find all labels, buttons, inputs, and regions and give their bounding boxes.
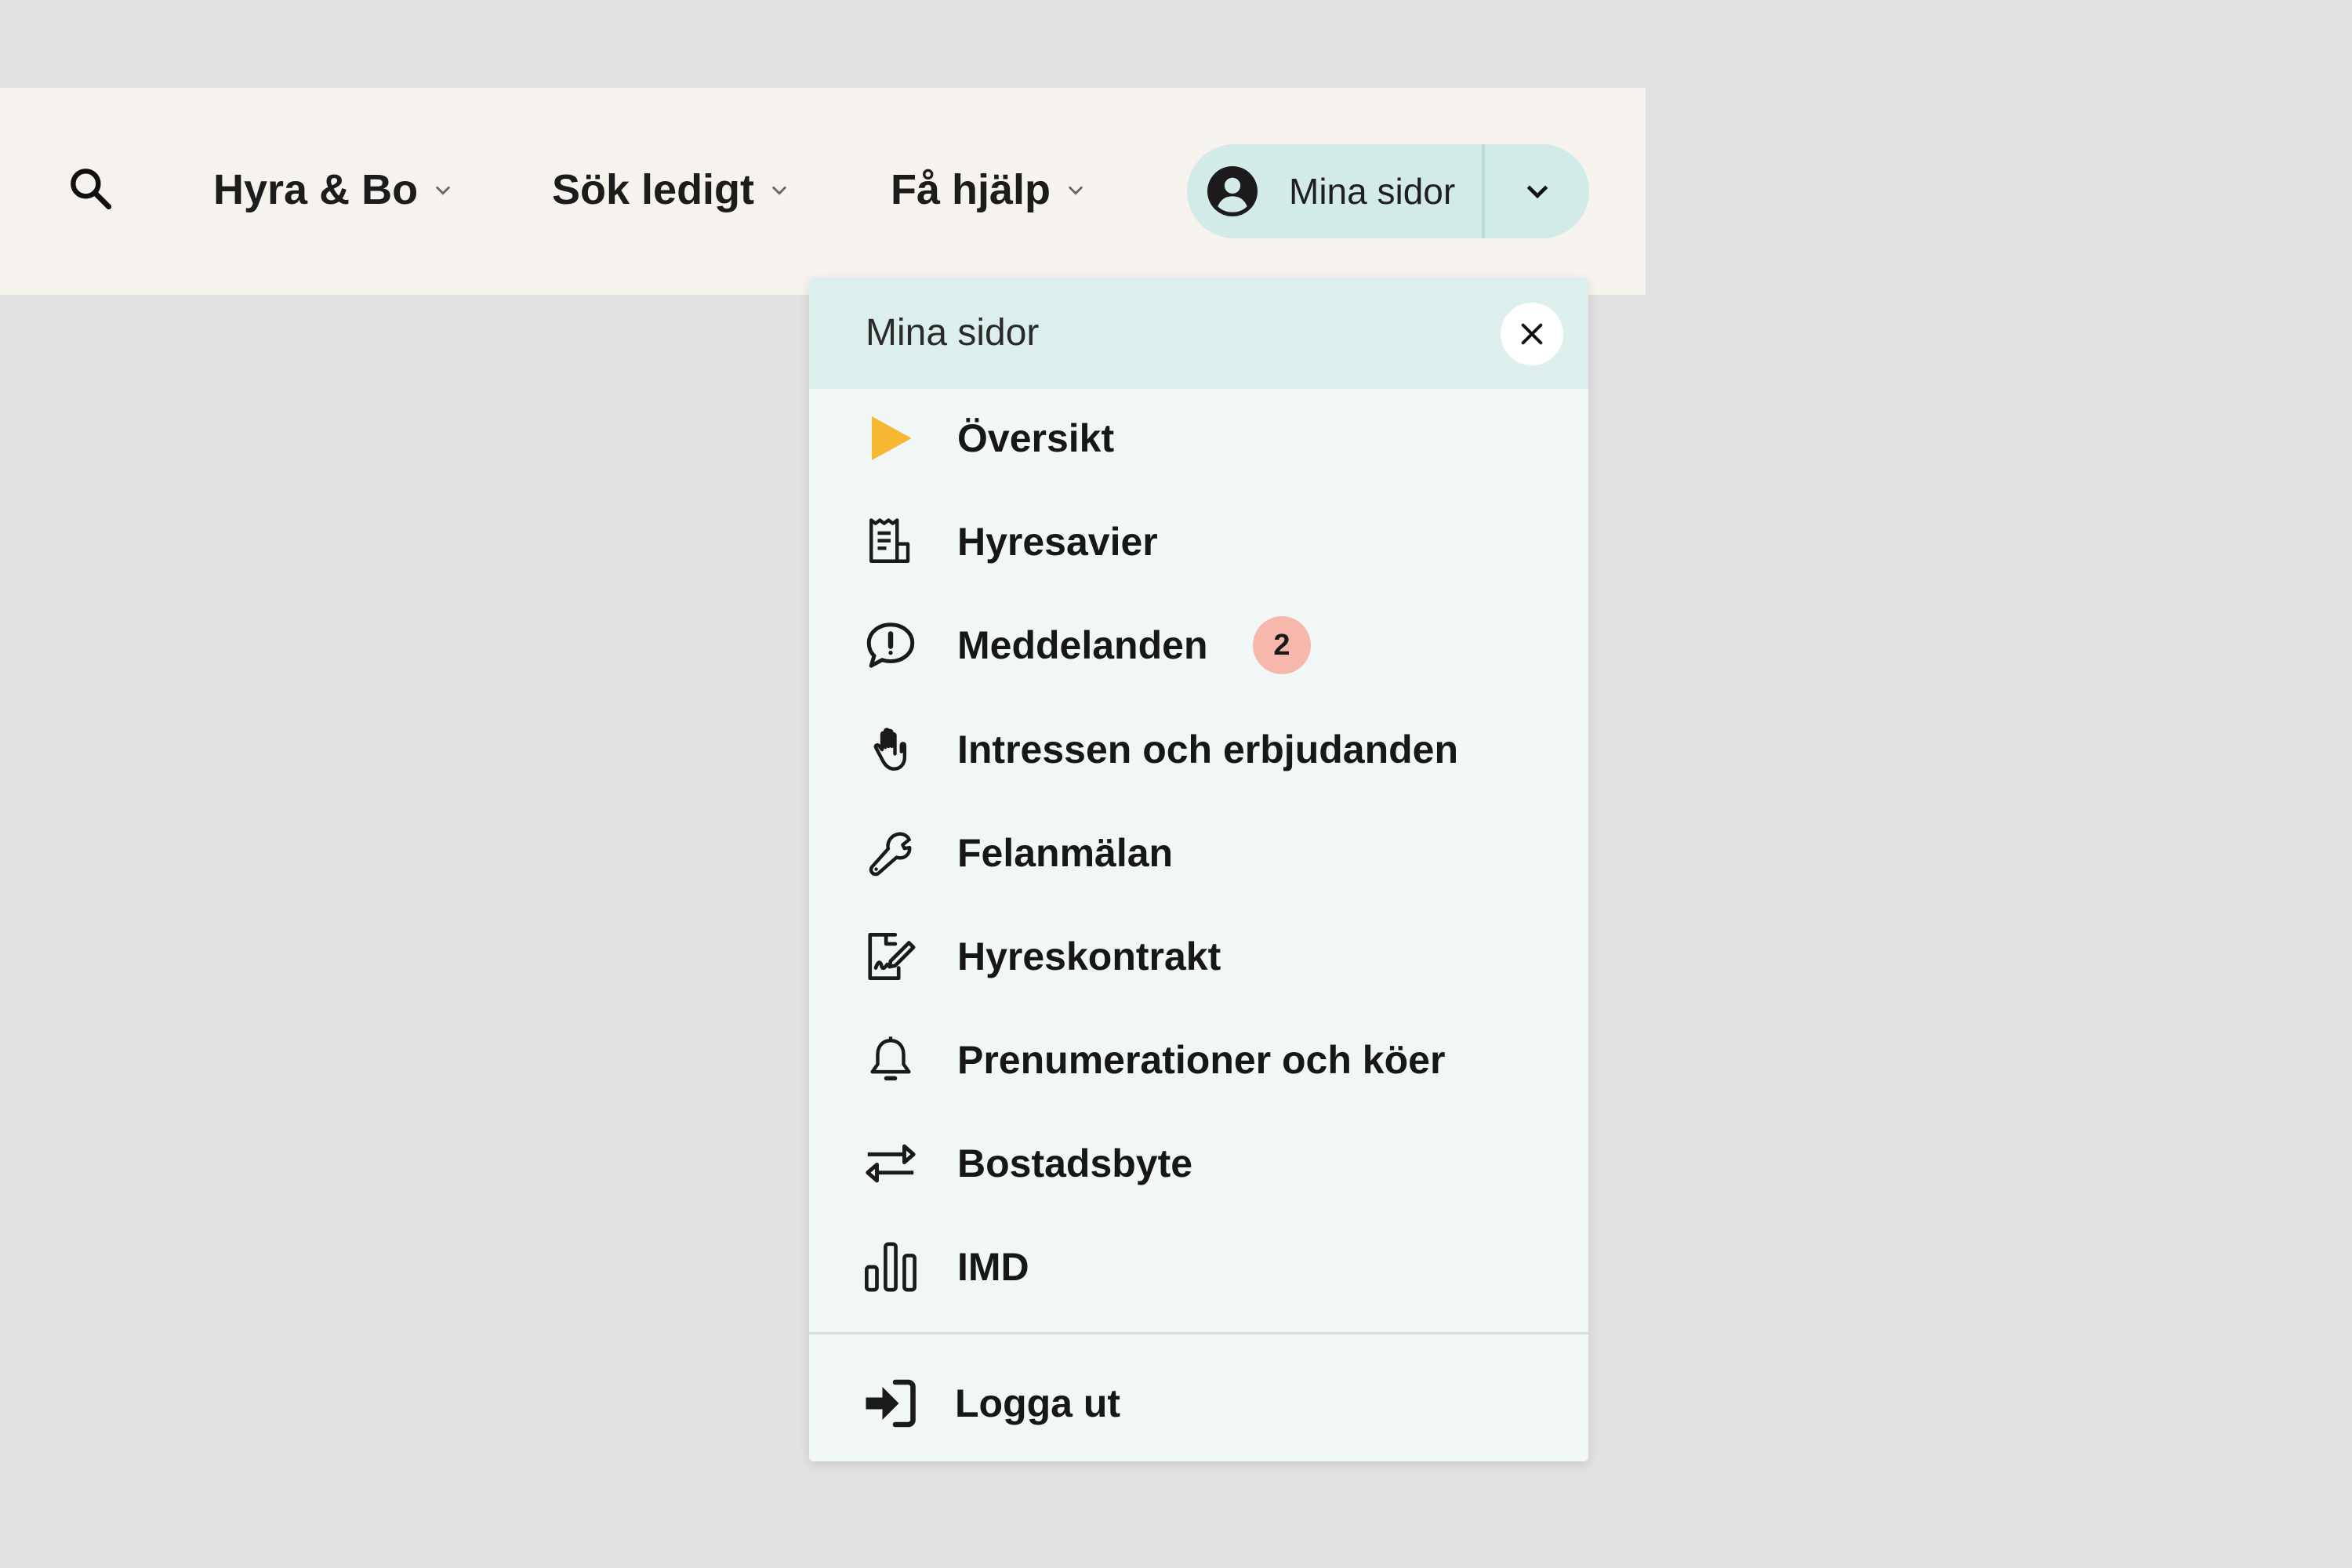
user-avatar-icon (1207, 166, 1258, 216)
nav-fa-hjalp[interactable]: Få hjälp (891, 157, 1087, 223)
search-button[interactable] (63, 161, 119, 217)
menu-item-label: IMD (957, 1245, 1029, 1289)
chevron-down-icon (432, 179, 454, 201)
nav-hyra-bo[interactable]: Hyra & Bo (213, 157, 454, 223)
chevron-down-icon (1526, 185, 1548, 199)
menu-item-oversikt[interactable]: Översikt (809, 391, 1588, 485)
menu-item-label: Intressen och erbjudanden (957, 728, 1459, 771)
menu-item-hyreskontrakt[interactable]: Hyreskontrakt (809, 909, 1588, 1004)
play-triangle-icon (861, 408, 920, 468)
account-label: Mina sidor (1289, 171, 1456, 212)
divider (809, 1332, 1588, 1334)
wrench-icon (861, 823, 920, 883)
nav-label: Få hjälp (891, 166, 1051, 213)
bar-chart-icon (861, 1237, 920, 1297)
menu-item-label: Bostadsbyte (957, 1142, 1193, 1185)
message-alert-icon (861, 615, 920, 675)
menu-item-bostadsbyte[interactable]: Bostadsbyte (809, 1116, 1588, 1210)
menu-item-label: Hyreskontrakt (957, 935, 1221, 978)
logout-label: Logga ut (955, 1381, 1121, 1425)
invoice-icon (861, 512, 920, 572)
menu-item-label: Hyresavier (957, 520, 1158, 564)
logout-icon (861, 1374, 920, 1433)
account-dropdown-toggle[interactable] (1485, 144, 1589, 238)
menu-item-meddelanden[interactable]: Meddelanden 2 (809, 598, 1588, 692)
chevron-down-icon (768, 179, 790, 201)
menu-item-imd[interactable]: IMD (809, 1220, 1588, 1314)
nav-label: Hyra & Bo (213, 166, 419, 213)
menu-item-felanmalan[interactable]: Felanmälan (809, 806, 1588, 900)
menu-item-label: Felanmälan (957, 831, 1174, 875)
nav-label: Sök ledigt (552, 166, 755, 213)
nav-sok-ledigt[interactable]: Sök ledigt (552, 157, 790, 223)
swap-arrows-icon (861, 1134, 920, 1193)
close-icon (1521, 323, 1543, 345)
dropdown-title: Mina sidor (866, 312, 1040, 354)
mina-sidor-dropdown: Mina sidor Översikt Hyresavier Meddeland… (809, 278, 1588, 1461)
account-button[interactable]: Mina sidor (1187, 144, 1482, 238)
menu-item-label: Prenumerationer och köer (957, 1038, 1446, 1082)
close-button[interactable] (1501, 303, 1563, 365)
hand-icon (861, 720, 920, 779)
chevron-down-icon (1065, 179, 1087, 201)
account-menu: Mina sidor (1187, 144, 1589, 238)
menu-item-label: Meddelanden (957, 623, 1208, 667)
logout-button[interactable]: Logga ut (809, 1356, 1588, 1450)
menu-item-hyresavier[interactable]: Hyresavier (809, 495, 1588, 589)
dropdown-header: Mina sidor (809, 278, 1588, 389)
menu-item-prenumerationer[interactable]: Prenumerationer och köer (809, 1013, 1588, 1107)
menu-item-label: Översikt (957, 416, 1115, 460)
bell-icon (861, 1030, 920, 1090)
search-icon (71, 169, 112, 210)
unread-count-badge: 2 (1253, 616, 1311, 674)
contract-sign-icon (861, 927, 920, 986)
menu-item-intressen[interactable]: Intressen och erbjudanden (809, 702, 1588, 797)
